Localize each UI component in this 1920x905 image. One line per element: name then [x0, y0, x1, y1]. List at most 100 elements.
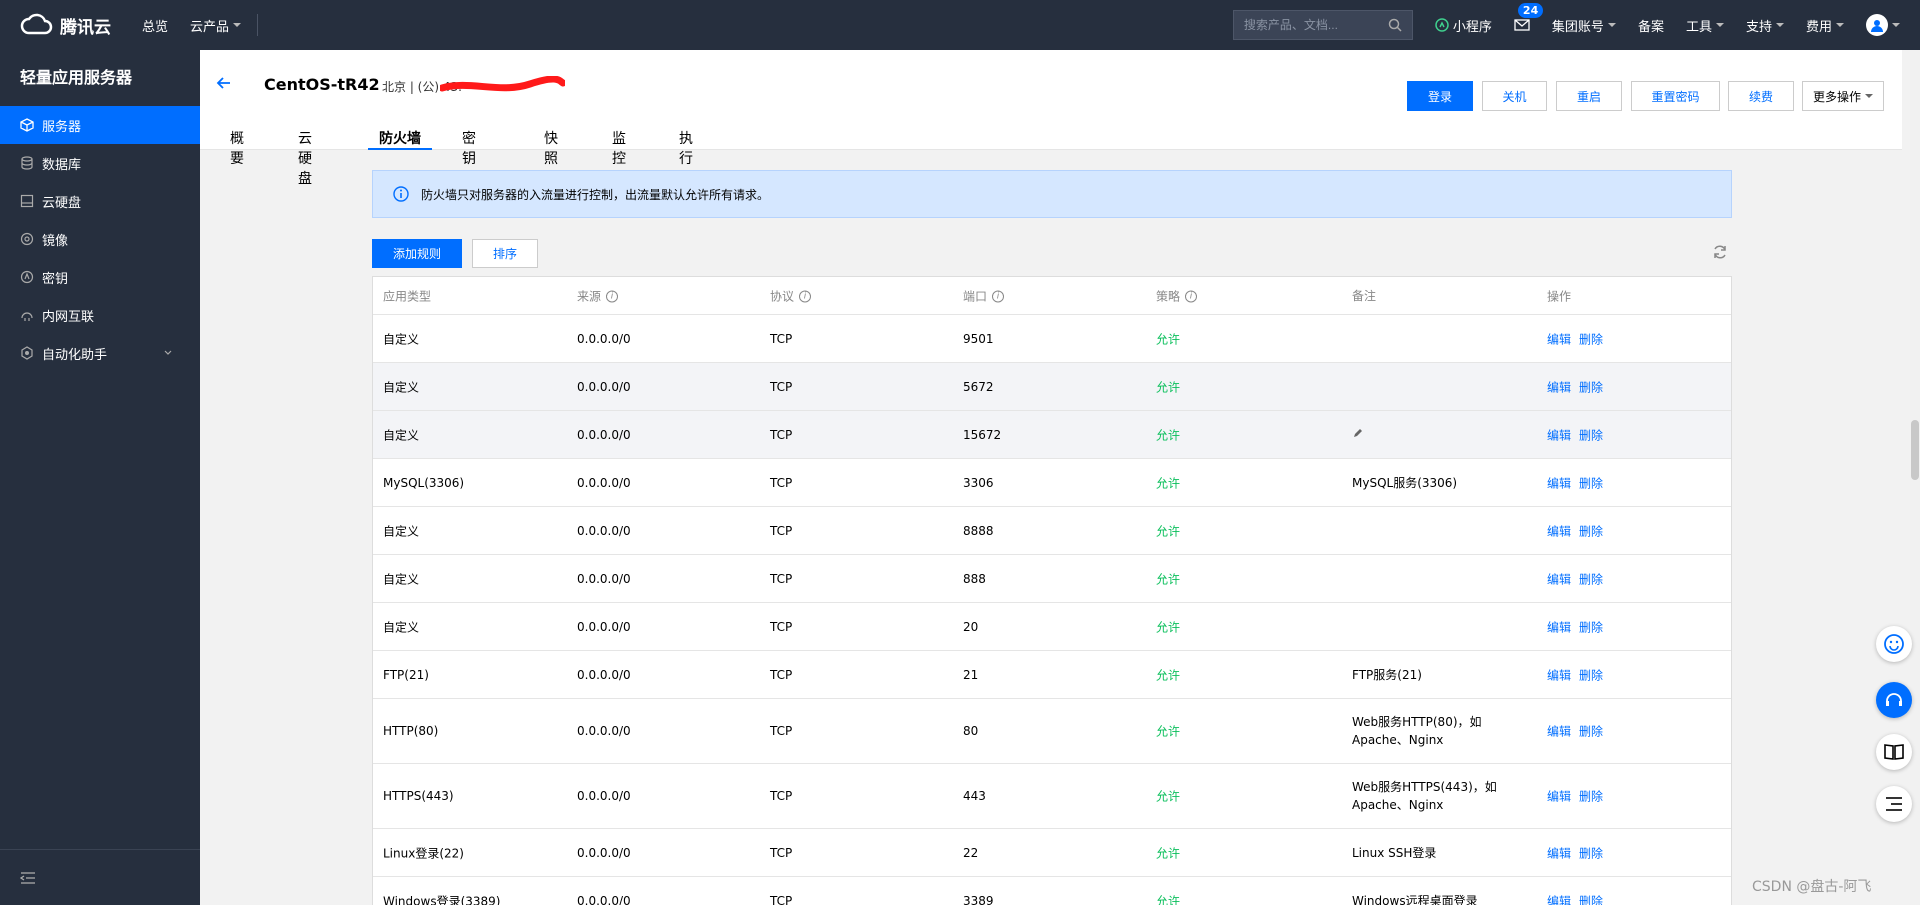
info-icon[interactable]: i [799, 290, 812, 303]
scrollbar-thumb[interactable] [1911, 420, 1919, 480]
sidebar-item-automation[interactable]: 自动化助手 [0, 334, 200, 372]
cell-actions: 编辑 删除 [1547, 378, 1611, 395]
cell-policy: 允许 [1156, 846, 1181, 860]
tab-key-pair[interactable]: 密钥对 [462, 128, 476, 187]
nav-overview[interactable]: 总览 [142, 16, 168, 35]
search-box[interactable] [1232, 10, 1413, 40]
table-row: 自定义 0.0.0.0/0 TCP 9501 允许 编辑 删除 [373, 315, 1731, 363]
edit-link[interactable]: 编辑 [1547, 790, 1571, 804]
automation-icon [21, 346, 33, 360]
delete-link[interactable]: 删除 [1579, 572, 1603, 586]
edit-link[interactable]: 编辑 [1547, 428, 1571, 442]
edit-link[interactable]: 编辑 [1547, 894, 1571, 905]
edit-link[interactable]: 编辑 [1547, 476, 1571, 490]
tab-monitor[interactable]: 监控 [612, 128, 626, 167]
tab-cloud-disk[interactable]: 云硬盘 [298, 128, 312, 187]
cell-source: 0.0.0.0/0 [577, 619, 631, 634]
cell-policy: 允许 [1156, 380, 1181, 394]
sidebar-item-label: 数据库 [42, 157, 82, 173]
docs-button[interactable] [1876, 734, 1912, 770]
tab-snapshot[interactable]: 快照 [544, 128, 558, 167]
delete-link[interactable]: 删除 [1579, 332, 1603, 346]
tab-firewall[interactable]: 防火墙 [368, 128, 432, 150]
sidebar-item-image[interactable]: 镜像 [0, 220, 200, 258]
nav-tools[interactable]: 工具 [1686, 16, 1724, 35]
delete-link[interactable]: 删除 [1579, 725, 1603, 739]
cell-source: 0.0.0.0/0 [577, 427, 631, 442]
sidebar-item-label: 镜像 [42, 233, 69, 249]
cell-port: 15672 [963, 427, 1002, 442]
cell-type: 自定义 [383, 620, 420, 634]
restart-button[interactable]: 重启 [1556, 81, 1622, 111]
delete-link[interactable]: 删除 [1579, 428, 1603, 442]
delete-link[interactable]: 删除 [1579, 846, 1603, 860]
chevron-down-icon [1715, 23, 1724, 27]
edit-link[interactable]: 编辑 [1547, 380, 1571, 394]
refresh-icon[interactable] [1712, 244, 1728, 260]
nav-divider [257, 14, 259, 36]
login-button[interactable]: 登录 [1407, 81, 1473, 111]
customer-service-button[interactable] [1876, 682, 1912, 718]
delete-link[interactable]: 删除 [1579, 894, 1603, 905]
nav-beian[interactable]: 备案 [1638, 16, 1664, 35]
cell-type: 自定义 [383, 524, 420, 538]
nav-billing[interactable]: 费用 [1806, 16, 1844, 35]
mail-count-badge: 24 [1517, 3, 1544, 18]
sort-button[interactable]: 排序 [472, 239, 538, 268]
add-rule-button[interactable]: 添加规则 [372, 239, 462, 268]
brand-logo[interactable]: 腾讯云 [20, 13, 120, 38]
reset-password-button[interactable]: 重置密码 [1631, 81, 1720, 111]
edit-link[interactable]: 编辑 [1547, 725, 1571, 739]
sidebar-item-database[interactable]: 数据库 [0, 144, 200, 182]
cell-type: FTP(21) [383, 667, 429, 682]
header-policy-label: 策略 [1156, 289, 1181, 303]
pencil-icon[interactable] [1352, 427, 1364, 439]
delete-link[interactable]: 删除 [1579, 668, 1603, 682]
sidebar-item-network[interactable]: 内网互联 [0, 296, 200, 334]
sidebar-collapse-button[interactable] [0, 849, 200, 905]
sidebar-item-servers[interactable]: 服务器 [0, 106, 200, 144]
info-icon[interactable]: i [992, 290, 1005, 303]
info-icon[interactable]: i [606, 290, 619, 303]
cell-note: MySQL服务(3306) [1352, 475, 1458, 490]
info-icon[interactable]: i [1185, 290, 1198, 303]
renew-button[interactable]: 续费 [1728, 81, 1794, 111]
edit-link[interactable]: 编辑 [1547, 620, 1571, 634]
delete-link[interactable]: 删除 [1579, 380, 1603, 394]
delete-link[interactable]: 删除 [1579, 620, 1603, 634]
edit-link[interactable]: 编辑 [1547, 572, 1571, 586]
header-protocol: 协议 i [770, 287, 812, 304]
delete-link[interactable]: 删除 [1579, 476, 1603, 490]
cell-port: 3306 [963, 475, 994, 490]
sidebar-item-disk[interactable]: 云硬盘 [0, 182, 200, 220]
mail-button[interactable]: 24 [1514, 3, 1544, 31]
cell-actions: 编辑 删除 [1547, 426, 1611, 443]
redaction-mark [440, 76, 565, 92]
shutdown-button[interactable]: 关机 [1482, 81, 1547, 111]
nav-mini-program[interactable]: 小程序 [1435, 16, 1492, 35]
nav-support[interactable]: 支持 [1746, 16, 1784, 35]
cell-policy: 允许 [1156, 524, 1181, 538]
search-input[interactable] [1243, 18, 1384, 32]
nav-group-account[interactable]: 集团账号 [1552, 16, 1616, 35]
tab-overview[interactable]: 概要 [230, 128, 244, 167]
headset-icon [1886, 693, 1902, 706]
table-row: HTTPS(443) 0.0.0.0/0 TCP 443 允许 Web服务HTT… [373, 764, 1731, 829]
smile-assistant-button[interactable] [1876, 626, 1912, 662]
sidebar-item-key[interactable]: 密钥 [0, 258, 200, 296]
edit-link[interactable]: 编辑 [1547, 332, 1571, 346]
delete-link[interactable]: 删除 [1579, 790, 1603, 804]
edit-link[interactable]: 编辑 [1547, 846, 1571, 860]
tab-run-command[interactable]: 执行命令 [679, 128, 693, 207]
outline-menu-button[interactable] [1876, 786, 1912, 822]
back-arrow-icon[interactable] [216, 75, 232, 91]
cell-policy: 允许 [1156, 724, 1181, 739]
edit-link[interactable]: 编辑 [1547, 668, 1571, 682]
nav-products[interactable]: 云产品 [190, 16, 242, 35]
user-menu[interactable] [1866, 14, 1900, 36]
delete-link[interactable]: 删除 [1579, 524, 1603, 538]
search-icon[interactable] [1388, 18, 1402, 32]
chevron-down-icon [1607, 23, 1616, 27]
edit-link[interactable]: 编辑 [1547, 524, 1571, 538]
more-actions-button[interactable]: 更多操作 [1802, 81, 1884, 111]
